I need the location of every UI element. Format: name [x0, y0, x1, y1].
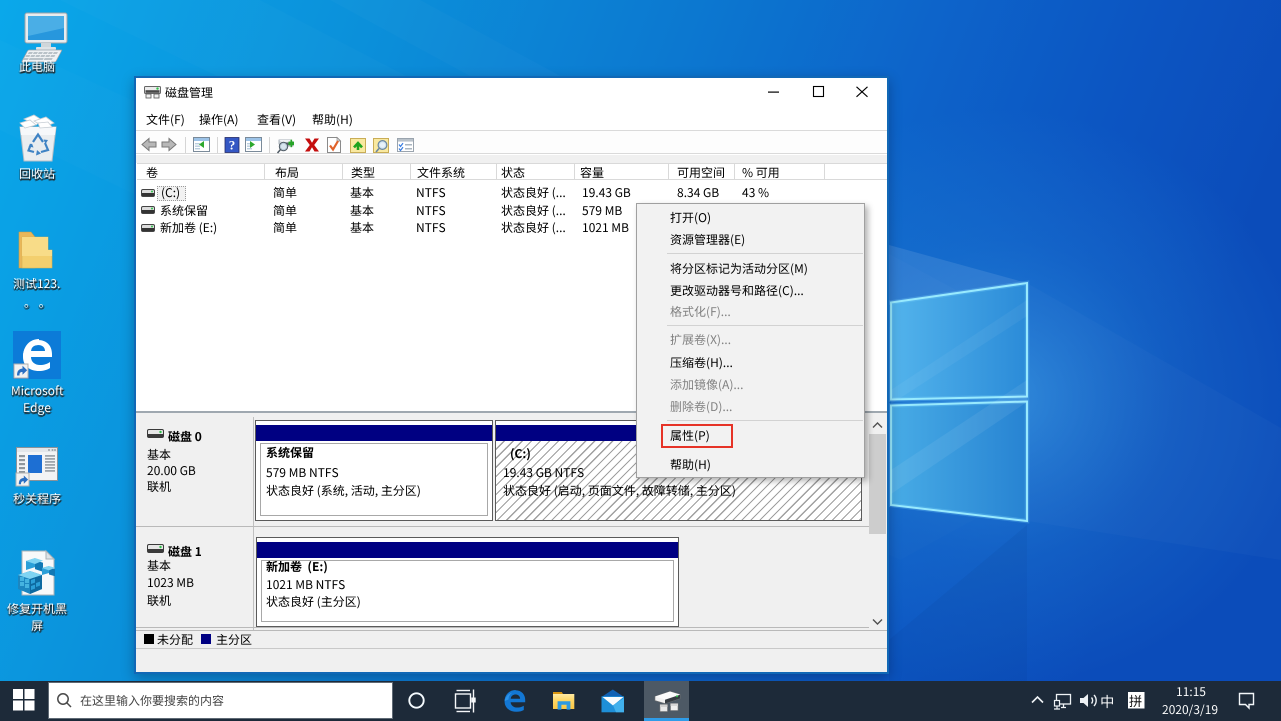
svg-text:?: ? — [229, 138, 236, 153]
